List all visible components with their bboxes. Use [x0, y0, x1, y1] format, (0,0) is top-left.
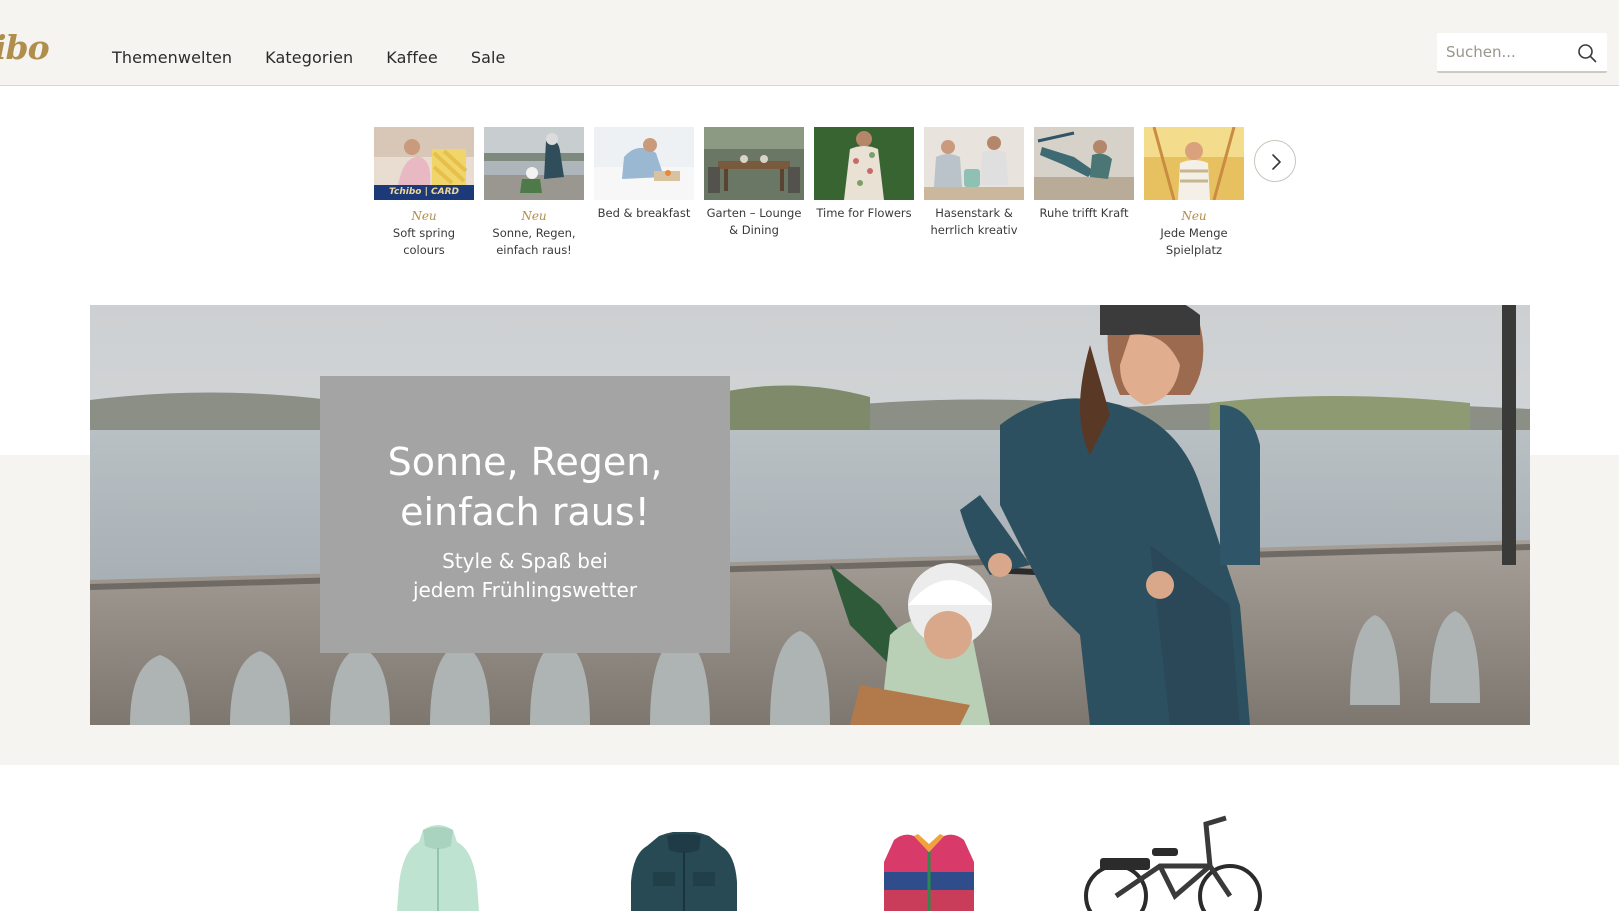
main-nav: Themenwelten Kategorien Kaffee Sale	[112, 48, 506, 67]
theme-label: Bed & breakfast	[597, 206, 691, 220]
hero-title-line-2: einfach raus!	[400, 490, 650, 534]
theme-tile-ruhe-trifft-kraft[interactable]: Ruhe trifft Kraft	[1034, 127, 1134, 259]
product-image-e-bike[interactable]	[1080, 814, 1266, 911]
theme-image	[814, 127, 914, 200]
search-box	[1437, 33, 1607, 73]
nav-item-kaffee[interactable]: Kaffee	[386, 48, 438, 67]
theme-image	[924, 127, 1024, 200]
product-teaser-row	[0, 800, 1619, 911]
new-badge: Neu	[1181, 209, 1207, 223]
theme-image	[704, 127, 804, 200]
hero-subtitle-line-1: Style & Spaß bei	[442, 549, 608, 573]
theme-tile-sonne-regen[interactable]: Neu Sonne, Regen, einfach raus!	[484, 127, 584, 259]
nav-item-themenwelten[interactable]: Themenwelten	[112, 48, 232, 67]
theme-tile-time-for-flowers[interactable]: Time for Flowers	[814, 127, 914, 259]
tchibo-card-banner: Tchibo | CARD	[374, 185, 474, 200]
nav-item-sale[interactable]: Sale	[471, 48, 506, 67]
new-badge: Neu	[411, 209, 437, 223]
tchibo-logo[interactable]: ibo	[0, 28, 50, 67]
theme-label: Time for Flowers	[816, 206, 912, 220]
theme-tile-jede-menge-spielplatz[interactable]: Neu Jede Menge Spielplatz	[1144, 127, 1244, 259]
theme-label: Soft spring colours	[392, 226, 456, 257]
hero-banner[interactable]: Sonne, Regen, einfach raus! Style & Spaß…	[90, 305, 1530, 725]
theme-tile-soft-spring-colours[interactable]: Tchibo | CARD Neu Soft spring colours	[374, 127, 474, 259]
hero-title-line-1: Sonne, Regen,	[387, 440, 663, 484]
product-image-kids-vest[interactable]	[874, 832, 984, 911]
hero-image	[90, 305, 1530, 725]
theme-image: Tchibo | CARD	[374, 127, 474, 200]
new-badge: Neu	[521, 209, 547, 223]
product-image-mint-rain-jacket[interactable]	[393, 824, 483, 911]
hero-subtitle-line-2: jedem Frühlingswetter	[412, 578, 638, 602]
theme-label: Sonne, Regen, einfach raus!	[492, 226, 576, 257]
theme-image	[1144, 127, 1244, 200]
theme-image	[594, 127, 694, 200]
theme-carousel: Tchibo | CARD Neu Soft spring colours Ne…	[374, 127, 1244, 259]
chevron-right-icon	[1272, 154, 1281, 170]
site-header: ibo Themenwelten Kategorien Kaffee Sale	[0, 0, 1619, 86]
theme-tile-garten-lounge[interactable]: Garten – Lounge & Dining	[704, 127, 804, 259]
hero-subtitle: Style & Spaß bei jedem Frühlingswetter	[320, 547, 730, 605]
hero-title: Sonne, Regen, einfach raus!	[320, 437, 730, 537]
nav-item-kategorien[interactable]: Kategorien	[265, 48, 353, 67]
carousel-next-button[interactable]	[1254, 140, 1296, 182]
product-image-navy-jacket[interactable]	[629, 832, 739, 911]
theme-label: Garten – Lounge & Dining	[706, 206, 802, 237]
theme-tile-hasenstark[interactable]: Hasenstark & herrlich kreativ	[924, 127, 1024, 259]
search-input[interactable]	[1446, 41, 1566, 63]
theme-image	[1034, 127, 1134, 200]
hero-teaser-box: Sonne, Regen, einfach raus! Style & Spaß…	[320, 376, 730, 653]
theme-image	[484, 127, 584, 200]
search-icon[interactable]	[1577, 43, 1597, 63]
theme-tile-bed-breakfast[interactable]: Bed & breakfast	[594, 127, 694, 259]
theme-label: Jede Menge Spielplatz	[1160, 226, 1228, 257]
theme-label: Ruhe trifft Kraft	[1039, 206, 1129, 220]
theme-label: Hasenstark & herrlich kreativ	[930, 206, 1018, 237]
